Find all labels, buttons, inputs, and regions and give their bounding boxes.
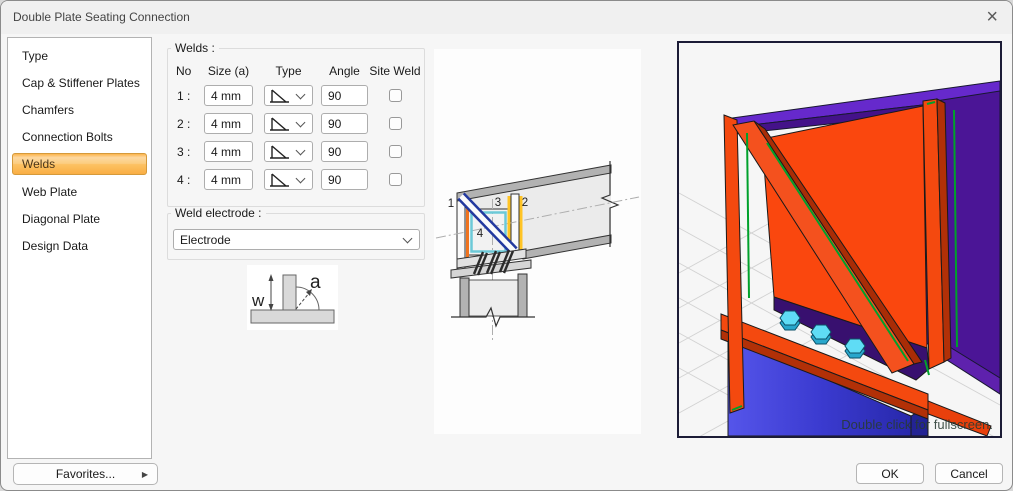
weld-angle-input[interactable]: 90 (321, 85, 368, 106)
sidebar-item-label: Diagonal Plate (22, 211, 101, 226)
double-plate-seating-connection-dialog: Double Plate Seating Connection × Type C… (0, 0, 1013, 491)
column-shape (451, 273, 535, 328)
sidebar-item-welds[interactable]: Welds (12, 153, 147, 175)
sidebar-item-label: Type (22, 48, 49, 63)
weld-size-input[interactable]: 4 mm (204, 113, 253, 134)
viewport-3d[interactable]: Double click for fullscreen. (677, 41, 1002, 438)
weld-type-select[interactable] (264, 113, 313, 134)
weld-size-value: 4 mm (211, 144, 241, 159)
arrow-up (268, 274, 274, 281)
weld-size-value: 4 mm (211, 88, 241, 103)
chevron-down-icon (295, 173, 306, 184)
sidebar-item-chamfers[interactable]: Chamfers (8, 96, 151, 123)
sidebar-item-label: Connection Bolts (22, 129, 113, 144)
weld-size-input[interactable]: 4 mm (204, 85, 253, 106)
connection-2d-drawing: 1 2 3 4 (434, 49, 641, 434)
site-weld-checkbox[interactable] (389, 89, 402, 102)
welds-group-title: Welds : (171, 42, 219, 55)
weld-size-input[interactable]: 4 mm (204, 169, 253, 190)
weld-type-select[interactable] (264, 169, 313, 190)
weld-angle-input[interactable]: 90 (321, 113, 368, 134)
sidebar-item-label: Cap & Stiffener Plates (22, 75, 140, 90)
dialog-title: Double Plate Seating Connection (13, 10, 190, 24)
favorites-label: Favorites... (55, 467, 116, 481)
weld-row-number: 3 : (177, 145, 191, 159)
weld-size-value: 4 mm (211, 116, 241, 131)
sidebar-item-label: Welds (22, 157, 56, 171)
sidebar-item-label: Design Data (22, 238, 89, 253)
sidebar-item-type[interactable]: Type (8, 42, 151, 69)
base-plate-shape (250, 309, 335, 324)
fillet-weld-icon (270, 144, 289, 159)
weld-row-number: 4 : (177, 173, 191, 187)
weld-row-number: 2 : (177, 117, 191, 131)
sidebar-item-connection-bolts[interactable]: Connection Bolts (8, 123, 151, 150)
weld-angle-input[interactable]: 90 (321, 169, 368, 190)
weld-angle-value: 90 (328, 88, 342, 103)
w-label: w (251, 291, 265, 310)
fillet-weld-icon (270, 116, 289, 131)
weld-angle-value: 90 (328, 172, 342, 187)
weld-type-select[interactable] (264, 85, 313, 106)
weld-size-value: 4 mm (211, 172, 241, 187)
column-header-no: No (176, 64, 192, 78)
column-header-angle: Angle (329, 64, 360, 78)
weld-electrode-value: Electrode (180, 232, 231, 247)
weld-size-input[interactable]: 4 mm (204, 141, 253, 162)
site-weld-checkbox[interactable] (389, 117, 402, 130)
sidebar: Type Cap & Stiffener Plates Chamfers Con… (7, 37, 152, 459)
a-dimension-line (295, 291, 311, 310)
site-weld-checkbox[interactable] (389, 173, 402, 186)
weld-type-select[interactable] (264, 141, 313, 162)
column-header-type: Type (275, 64, 302, 78)
fillet-weld-icon (270, 172, 289, 187)
ok-button[interactable]: OK (856, 463, 924, 484)
column-header-size: Size (a) (207, 64, 250, 78)
favorites-button[interactable]: Favorites... ▶ (13, 463, 158, 485)
weld-angle-value: 90 (328, 116, 342, 131)
cancel-button[interactable]: Cancel (935, 463, 1003, 484)
weld-angle-value: 90 (328, 144, 342, 159)
fillet-weld-icon (270, 88, 289, 103)
ok-label: OK (881, 466, 899, 481)
weld-electrode-select[interactable]: Electrode (173, 229, 420, 250)
weld-label-4: 4 (477, 228, 484, 240)
a-label: a (310, 272, 321, 293)
sidebar-item-diagonal-plate[interactable]: Diagonal Plate (8, 205, 151, 232)
chevron-down-icon (402, 233, 413, 244)
upright-plate-shape (282, 274, 297, 311)
weld-label-2: 2 (522, 197, 528, 209)
chevron-down-icon (295, 145, 306, 156)
fullscreen-hint: Double click for fullscreen. (841, 417, 993, 432)
weld-angle-input[interactable]: 90 (321, 141, 368, 162)
sidebar-item-design-data[interactable]: Design Data (8, 232, 151, 259)
sidebar-item-label: Chamfers (22, 102, 75, 117)
sidebar-item-label: Web Plate (22, 184, 78, 199)
column-header-site-weld: Site Weld (369, 64, 421, 78)
chevron-down-icon (295, 89, 306, 100)
weld-label-3: 3 (495, 197, 501, 209)
flyout-arrow-icon: ▶ (141, 470, 148, 479)
site-weld-checkbox[interactable] (389, 145, 402, 158)
sidebar-item-web-plate[interactable]: Web Plate (8, 178, 151, 205)
close-icon[interactable]: × (986, 5, 998, 29)
weld-electrode-group-title: Weld electrode : (171, 207, 266, 220)
sidebar-item-cap-stiffener-plates[interactable]: Cap & Stiffener Plates (8, 69, 151, 96)
weld-size-illustration: w a (247, 265, 338, 330)
cancel-label: Cancel (950, 466, 988, 481)
weld-row-number: 1 : (177, 89, 191, 103)
titlebar: Double Plate Seating Connection × (1, 1, 1012, 34)
chevron-down-icon (295, 117, 306, 128)
weld-label-1: 1 (448, 198, 454, 210)
